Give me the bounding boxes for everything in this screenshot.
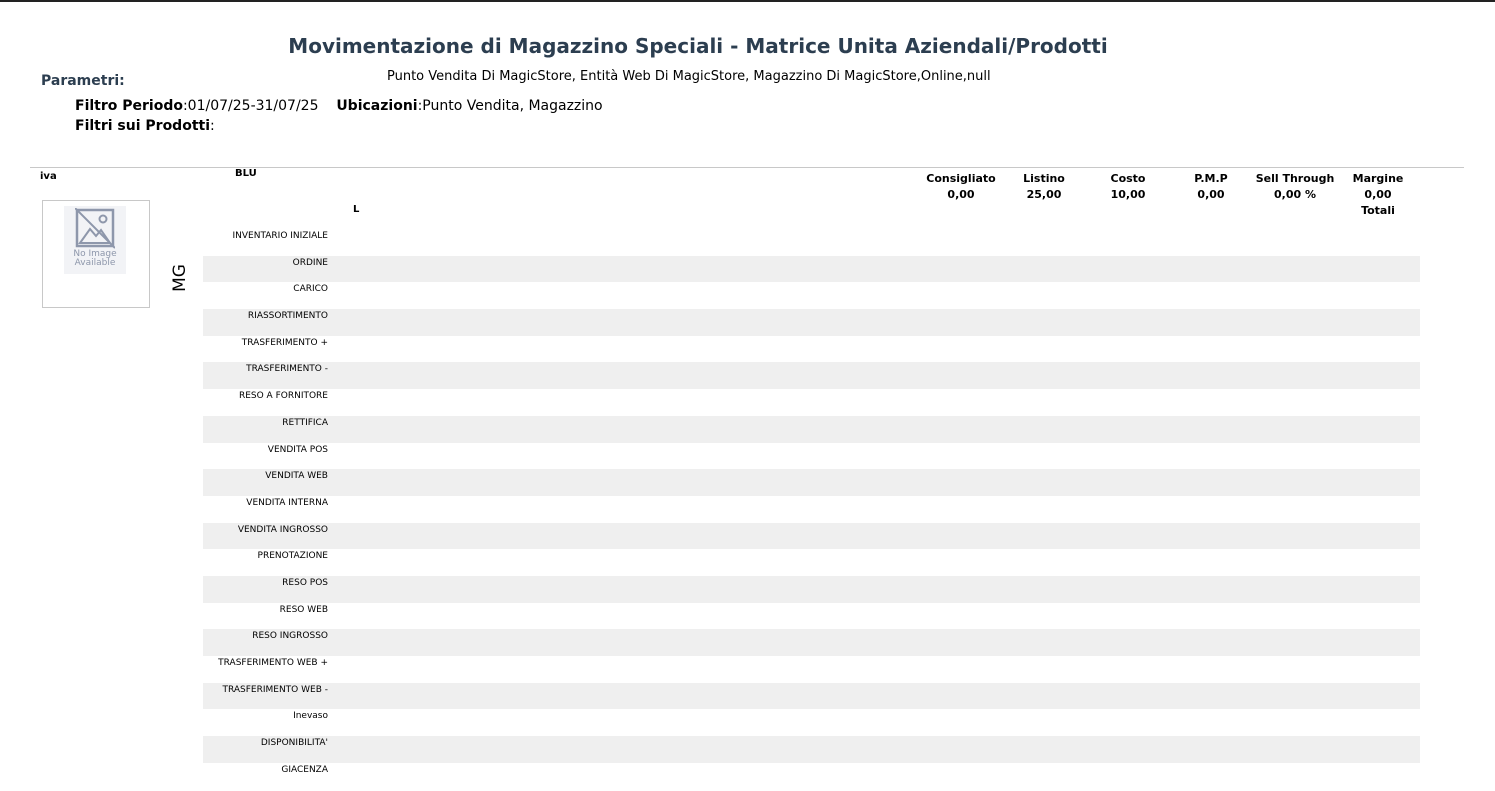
movement-label: TRASFERIMENTO WEB - [222, 684, 328, 695]
movement-label: RESO A FORNITORE [238, 391, 328, 402]
movement-label: RIASSORTIMENTO [247, 311, 328, 322]
price-header: Sell Through [1255, 172, 1335, 185]
period-filter: Filtro Periodo:01/07/25-31/07/25 Ubicazi… [75, 98, 603, 114]
price-value: 0,00 [1364, 188, 1392, 201]
movement-row: CARICO [203, 282, 1420, 309]
parameters-label: Parametri: [41, 73, 125, 89]
movement-row: TRASFERIMENTO WEB + [203, 656, 1420, 683]
location-code: MG [170, 264, 190, 292]
movement-label: ORDINE [292, 257, 328, 268]
movement-rows: INVENTARIO INIZIALE ORDINE CARICO RIASSO… [203, 229, 1420, 789]
locations-filter-label: Ubicazioni [336, 98, 418, 114]
price-col-listino: Listino 25,00 [999, 171, 1089, 203]
movement-label: GIACENZA [281, 764, 328, 775]
movement-label: VENDITA POS [267, 444, 328, 455]
movement-label: VENDITA INTERNA [246, 497, 328, 508]
no-image-icon [75, 208, 115, 249]
movement-row: TRASFERIMENTO + [203, 336, 1420, 363]
movement-row: VENDITA POS [203, 443, 1420, 470]
movement-row: VENDITA INTERNA [203, 496, 1420, 523]
locations-filter-value: :Punto Vendita, Magazzino [417, 98, 603, 114]
movement-row: PRENOTAZIONE [203, 549, 1420, 576]
price-value: 0,00 [947, 188, 975, 201]
movement-row: RETTIFICA [203, 415, 1420, 443]
top-border [0, 0, 1495, 2]
movement-label: TRASFERIMENTO - [246, 364, 328, 375]
movement-row: TRASFERIMENTO WEB - [203, 682, 1420, 710]
totals-label: Totali [1361, 204, 1395, 217]
no-image-text-2: Available [74, 258, 116, 268]
report-title: Movimentazione di Magazzino Speciali - M… [288, 34, 1108, 58]
movement-row: TRASFERIMENTO - [203, 362, 1420, 390]
movement-row: RESO WEB [203, 603, 1420, 630]
product-filters: Filtri sui Prodotti: [75, 118, 215, 134]
product-size: L [353, 204, 360, 215]
movement-row: RIASSORTIMENTO [203, 309, 1420, 336]
movement-row: Inevaso [203, 709, 1420, 736]
movement-label: RESO INGROSSO [252, 631, 328, 642]
movement-row: GIACENZA [203, 763, 1420, 790]
price-col-sell-through: Sell Through 0,00 % [1250, 171, 1340, 203]
price-header: Costo [1110, 172, 1146, 185]
price-header: Margine [1352, 172, 1404, 185]
price-value: 0,00 % [1274, 188, 1316, 201]
price-col-consigliato: Consigliato 0,00 [916, 171, 1006, 203]
movement-label: VENDITA INGROSSO [237, 524, 328, 535]
price-col-pmp: P.M.P 0,00 [1166, 171, 1256, 203]
price-col-costo: Costo 10,00 [1083, 171, 1173, 203]
price-value: 25,00 [1026, 188, 1062, 201]
movement-row: VENDITA INGROSSO [203, 522, 1420, 550]
price-value: 0,00 [1197, 188, 1225, 201]
product-filters-label: Filtri sui Prodotti [75, 118, 211, 134]
movement-label: PRENOTAZIONE [257, 551, 328, 562]
price-value: 10,00 [1110, 188, 1146, 201]
product-code: iva [40, 171, 57, 182]
movement-label: RETTIFICA [282, 417, 328, 428]
movement-label: VENDITA WEB [265, 471, 328, 482]
movement-row: DISPONIBILITA' [203, 736, 1420, 763]
product-image-box: No Image Available [42, 200, 150, 308]
business-units-list: Punto Vendita Di MagicStore, Entità Web … [387, 69, 991, 84]
movement-label: TRASFERIMENTO + [241, 337, 328, 348]
movement-label: RESO WEB [279, 604, 328, 615]
price-header: Listino [1023, 172, 1065, 185]
product-color: BLU [235, 168, 257, 179]
movement-label: RESO POS [282, 577, 328, 588]
movement-label: TRASFERIMENTO WEB + [218, 658, 328, 668]
product-filters-value: : [210, 118, 215, 134]
movement-row: VENDITA WEB [203, 469, 1420, 496]
movement-row: RESO POS [203, 575, 1420, 603]
price-header: Consigliato [926, 172, 996, 185]
movement-label: INVENTARIO INIZIALE [232, 231, 329, 241]
period-filter-label: Filtro Periodo [75, 98, 183, 114]
period-filter-value: :01/07/25-31/07/25 [182, 98, 319, 114]
price-header: P.M.P [1194, 172, 1228, 185]
movement-label: CARICO [293, 284, 328, 295]
movement-label: Inevaso [293, 711, 328, 722]
price-col-margine: Margine 0,00 Totali [1333, 171, 1423, 219]
movement-row: RESO A FORNITORE [203, 389, 1420, 416]
movement-label: DISPONIBILITA' [260, 738, 328, 749]
movement-row: RESO INGROSSO [203, 629, 1420, 656]
movement-row: ORDINE [203, 255, 1420, 283]
no-image-placeholder: No Image Available [64, 206, 126, 274]
movement-row: INVENTARIO INIZIALE [203, 229, 1420, 256]
